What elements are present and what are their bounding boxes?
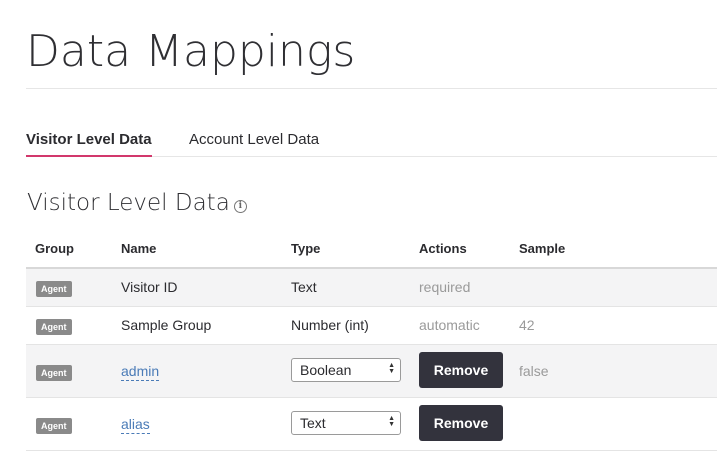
group-badge: Agent [36, 281, 72, 297]
field-name-link[interactable]: admin [121, 363, 160, 381]
info-icon[interactable]: i [233, 200, 247, 213]
header-type: Type [291, 241, 321, 256]
type-select[interactable]: Text ▲ ▼ [291, 411, 401, 435]
header-actions: Actions [419, 241, 467, 256]
table-header: Group Name Type Actions Sample [26, 232, 717, 269]
title-divider [26, 88, 717, 89]
select-arrows-icon: ▲ ▼ [388, 362, 395, 375]
type-select-value: Text [300, 415, 326, 431]
remove-button[interactable]: Remove [419, 405, 503, 441]
table-row: Agent Sample Group Number (int) automati… [26, 307, 717, 345]
section-title: Visitor Level Data i [27, 190, 247, 216]
group-badge: Agent [36, 418, 72, 434]
data-mappings-table: Group Name Type Actions Sample Agent Vis… [26, 232, 717, 451]
type-select-value: Boolean [300, 362, 352, 378]
field-name: alias [121, 416, 150, 434]
page-title: Data Mappings [26, 26, 356, 77]
header-group: Group [35, 241, 74, 256]
tab-account-level-data[interactable]: Account Level Data [189, 130, 319, 155]
remove-button[interactable]: Remove [419, 352, 503, 388]
field-name: Visitor ID [121, 279, 178, 295]
sample-value: 42 [519, 317, 535, 333]
section-title-text: Visitor Level Data [27, 190, 230, 216]
field-name: Sample Group [121, 317, 212, 333]
action-status: required [419, 279, 471, 295]
field-name-link[interactable]: alias [121, 416, 150, 434]
action-status: automatic [419, 317, 480, 333]
field-name: admin [121, 363, 160, 381]
field-type: Text [291, 279, 317, 295]
sample-value: false [519, 363, 549, 379]
group-badge: Agent [36, 365, 72, 381]
header-name: Name [121, 241, 157, 256]
header-sample: Sample [519, 241, 566, 256]
group-badge: Agent [36, 319, 72, 335]
type-select[interactable]: Boolean ▲ ▼ [291, 358, 401, 382]
select-arrows-icon: ▲ ▼ [388, 415, 395, 428]
tab-bar: Visitor Level Data Account Level Data [26, 130, 717, 157]
table-row: Agent Visitor ID Text required [26, 269, 717, 307]
field-type: Number (int) [291, 317, 369, 333]
table-row: Agent alias Text ▲ ▼ Remove [26, 398, 717, 451]
table-row: Agent admin Boolean ▲ ▼ Remove false [26, 345, 717, 398]
tab-visitor-level-data[interactable]: Visitor Level Data [26, 130, 152, 157]
